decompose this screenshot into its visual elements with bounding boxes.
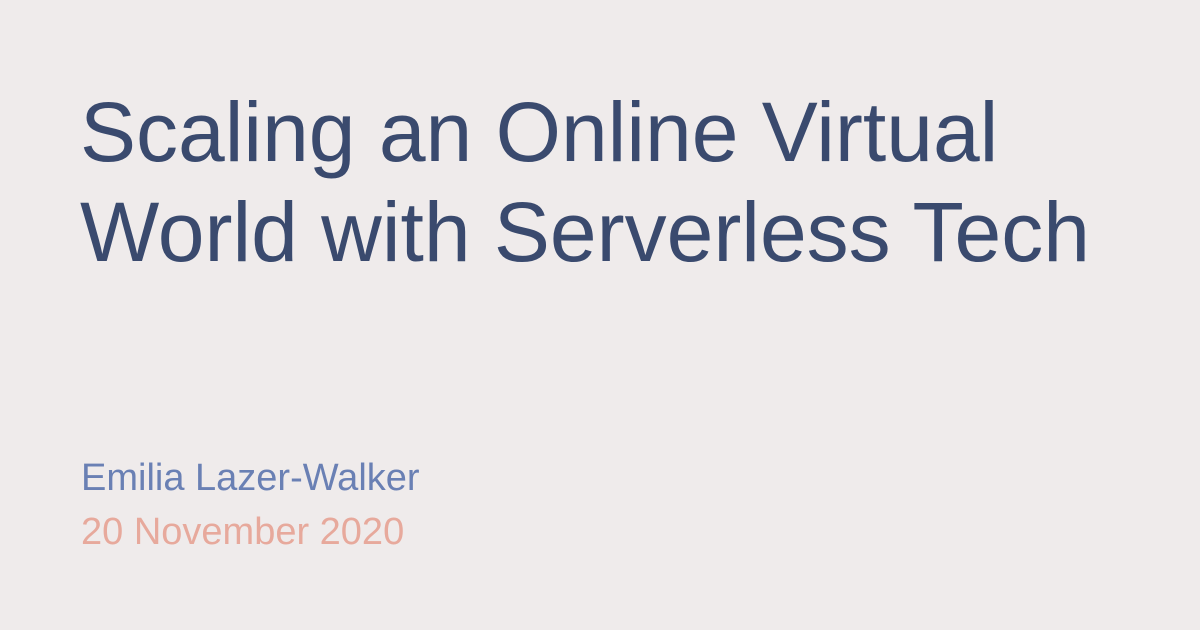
page-title: Scaling an Online Virtual World with Ser… (80, 85, 1090, 279)
title-card: Scaling an Online Virtual World with Ser… (0, 0, 1200, 630)
author-name: Emilia Lazer-Walker (81, 457, 420, 499)
publish-date: 20 November 2020 (81, 511, 405, 553)
